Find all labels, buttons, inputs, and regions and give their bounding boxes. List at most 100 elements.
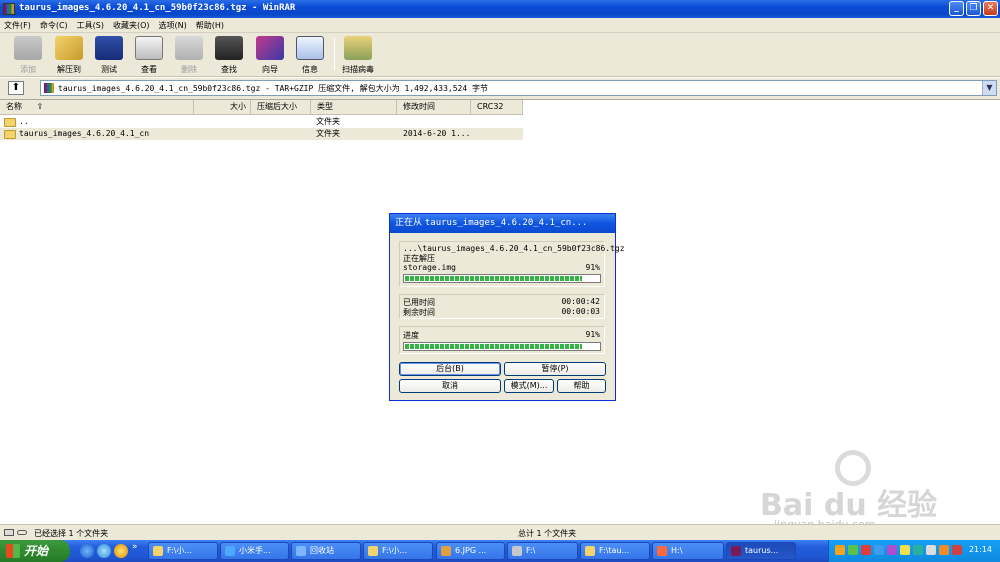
row-modified: 2014-6-20 1... [403, 129, 471, 138]
drive-icon[interactable] [4, 529, 14, 536]
total-progress-group: 进度 91% [399, 326, 605, 354]
task-icon [441, 546, 451, 556]
column-header-modified[interactable]: 修改时间 [397, 100, 471, 115]
taskbar-task[interactable]: 6.JPG ... [436, 542, 505, 560]
menu-file[interactable]: 文件(F) [4, 20, 31, 31]
test-icon [95, 36, 123, 60]
quicklaunch-overflow-icon[interactable]: » [132, 542, 138, 552]
task-label: F:\tau... [599, 546, 630, 555]
browser-quicklaunch-icon[interactable] [97, 544, 111, 558]
player-quicklaunch-icon[interactable] [114, 544, 128, 558]
scan-virus-label: 扫描病毒 [342, 65, 374, 74]
wizard-button[interactable]: 向导 [250, 36, 290, 76]
file-progress-fill [405, 276, 582, 281]
start-label: 开始 [24, 544, 49, 558]
taskbar-task[interactable]: 回收站 [291, 542, 361, 560]
extract-to-button[interactable]: 解压到 [49, 36, 89, 76]
up-folder-button[interactable]: ⬆ [8, 81, 24, 95]
row-type: 文件夹 [316, 117, 340, 126]
tray-icon[interactable] [848, 545, 858, 555]
task-label: 回收站 [310, 546, 334, 555]
test-button[interactable]: 测试 [89, 36, 129, 76]
ie-quicklaunch-icon[interactable] [80, 544, 94, 558]
chevron-down-icon[interactable]: ▼ [982, 81, 996, 95]
add-icon [14, 36, 42, 60]
delete-icon [175, 36, 203, 60]
column-header-crc[interactable]: CRC32 [471, 100, 523, 115]
extraction-progress-dialog: 正在从 taurus_images_4.6.20_4.1_cn... ...\t… [389, 213, 625, 401]
column-name-label: 名称 [6, 102, 22, 111]
folder-icon [4, 130, 16, 139]
time-group: 已用时间 00:00:42 剩余时间 00:00:03 [399, 294, 605, 319]
restore-button[interactable]: ❐ [966, 1, 981, 16]
taskbar-task[interactable]: F:\小... [363, 542, 433, 560]
tray-icon[interactable] [913, 545, 923, 555]
volume-icon[interactable] [926, 545, 936, 555]
task-icon [368, 546, 378, 556]
add-button[interactable]: 添加 [8, 36, 48, 76]
menu-tools[interactable]: 工具(S) [77, 20, 104, 31]
list-item-selected[interactable]: taurus_images_4.6.20_4.1_cn 文件夹 2014-6-2… [0, 128, 523, 140]
cancel-button[interactable]: 取消 [399, 379, 501, 393]
tray-icon[interactable] [874, 545, 884, 555]
column-header-type[interactable]: 类型 [311, 100, 397, 115]
address-bar: ⬆ taurus_images_4.6.20_4.1_cn_59b0f23c86… [0, 78, 1000, 99]
delete-button[interactable]: 删除 [169, 36, 209, 76]
taskbar-task[interactable]: F:\小... [148, 542, 218, 560]
task-icon [512, 546, 522, 556]
current-file: storage.img [403, 263, 456, 272]
tray-icon[interactable] [887, 545, 897, 555]
row-name: .. [19, 117, 29, 126]
background-button[interactable]: 后台(B) [399, 362, 501, 376]
task-label: F:\小... [382, 546, 407, 555]
menu-help[interactable]: 帮助(H) [196, 20, 224, 31]
task-icon [153, 546, 163, 556]
column-header-packed[interactable]: 压缩后大小 [251, 100, 311, 115]
file-progress-bar [403, 274, 601, 283]
tray-icon[interactable] [900, 545, 910, 555]
minimize-button[interactable]: _ [949, 1, 964, 16]
list-item[interactable]: .. 文件夹 [0, 116, 523, 128]
menu-options[interactable]: 选项(N) [159, 20, 187, 31]
menu-commands[interactable]: 命令(C) [40, 20, 68, 31]
taskbar-task[interactable]: 小米手... [220, 542, 289, 560]
task-icon [225, 546, 235, 556]
winrar-app-icon[interactable] [3, 3, 15, 15]
find-button[interactable]: 查找 [209, 36, 249, 76]
task-label: H:\ [671, 546, 683, 555]
key-icon[interactable] [17, 530, 27, 535]
clock[interactable]: 21:14 [969, 545, 992, 554]
task-icon [731, 546, 741, 556]
view-button[interactable]: 查看 [129, 36, 169, 76]
task-icon [585, 546, 595, 556]
help-button[interactable]: 帮助 [557, 379, 606, 393]
column-header-name[interactable]: 名称 ⇧ [0, 100, 194, 115]
pause-button[interactable]: 暂停(P) [504, 362, 606, 376]
archive-path-text: taurus_images_4.6.20_4.1_cn_59b0f23c86.t… [58, 84, 488, 93]
task-icon [296, 546, 306, 556]
tray-icon[interactable] [939, 545, 949, 555]
tray-icon[interactable] [861, 545, 871, 555]
info-icon [296, 36, 324, 60]
column-header-size[interactable]: 大小 [194, 100, 251, 115]
taskbar-task[interactable]: taurus... [726, 542, 796, 560]
tray-icon[interactable] [835, 545, 845, 555]
mode-button[interactable]: 模式(M)... [504, 379, 554, 393]
archive-path-box[interactable]: taurus_images_4.6.20_4.1_cn_59b0f23c86.t… [40, 80, 997, 96]
close-button[interactable]: ✕ [983, 1, 998, 16]
toolbar: 添加 解压到 测试 查看 删除 查找 向导 信息 扫描病毒 [0, 33, 1000, 77]
scan-virus-icon [344, 36, 372, 60]
extract-to-label: 解压到 [57, 65, 81, 74]
task-label: 6.JPG ... [455, 546, 487, 555]
find-icon [215, 36, 243, 60]
dialog-title-bar[interactable]: 正在从 taurus_images_4.6.20_4.1_cn... [390, 214, 615, 233]
taskbar-task[interactable]: H:\ [652, 542, 724, 560]
menu-favorites[interactable]: 收藏夹(O) [113, 20, 150, 31]
info-button[interactable]: 信息 [290, 36, 330, 76]
taskbar-task[interactable]: F:\tau... [580, 542, 650, 560]
taskbar-task[interactable]: F:\ [507, 542, 578, 560]
remaining-value: 00:00:03 [561, 307, 600, 316]
start-button[interactable]: 开始 [0, 540, 70, 562]
scan-virus-button[interactable]: 扫描病毒 [338, 36, 378, 76]
tray-icon[interactable] [952, 545, 962, 555]
